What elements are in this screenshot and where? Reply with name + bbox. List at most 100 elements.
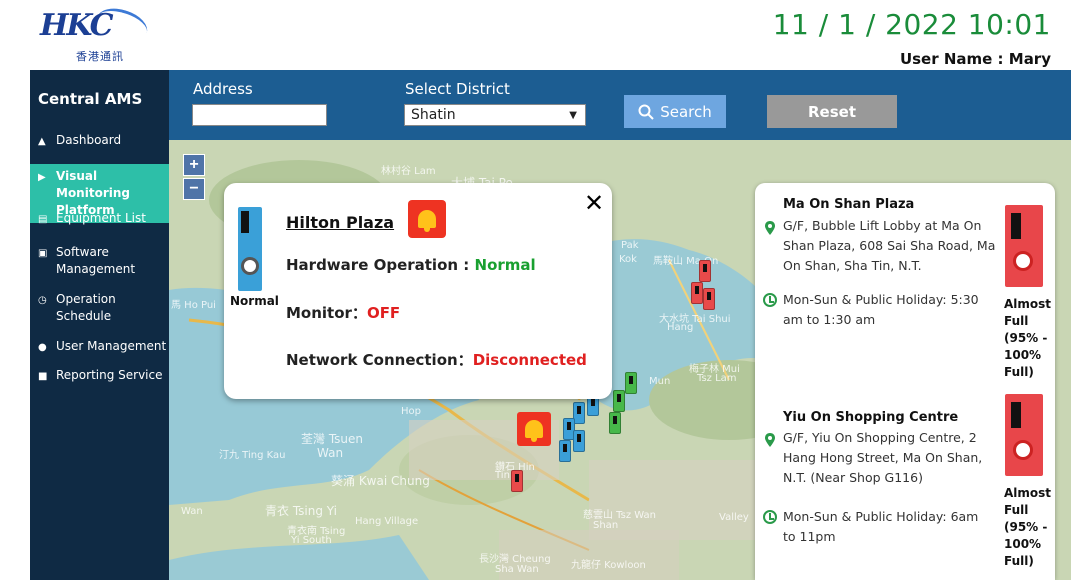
hardware-row: Hardware Operation : Normal	[286, 256, 536, 274]
device-popup: Normal Hilton Plaza ✕ Hardware Operation…	[224, 183, 612, 399]
bell-icon	[418, 210, 436, 232]
monitor-label: Monitor：	[286, 304, 367, 322]
district-label: Select District	[405, 80, 510, 98]
map-place-label: Hop	[401, 406, 421, 417]
bin-marker[interactable]	[609, 412, 621, 434]
company-logo: HKC 香港通訊	[40, 2, 180, 66]
district-select[interactable]: Shatin ▼	[404, 104, 586, 126]
map-place-label: 九龍仔 Kowloon	[571, 560, 646, 571]
map-place-label: Hang	[667, 322, 694, 333]
map-place-label: 葵涌 Kwai Chung	[331, 474, 430, 488]
bin-marker[interactable]	[699, 260, 711, 282]
location-address: G/F, Bubble Lift Lobby at Ma On Shan Pla…	[783, 218, 996, 273]
network-value: Disconnected	[472, 351, 587, 369]
location-hours: Mon-Sun & Public Holiday: 5:30 am to 1:3…	[783, 292, 979, 327]
map-place-label: Tsz Lam	[697, 373, 737, 384]
logo-subtext: 香港通訊	[76, 50, 124, 63]
clock-icon	[763, 510, 777, 524]
search-button[interactable]: Search	[624, 95, 726, 128]
map-place-label: Mun	[649, 376, 671, 387]
map-place-label: 馬 Ho Pui	[171, 300, 216, 311]
bin-marker[interactable]	[511, 470, 523, 492]
map-place-label: Wan	[181, 506, 203, 517]
zoom-out-button[interactable]: −	[183, 178, 205, 200]
user-name: User Name : Mary	[899, 50, 1051, 68]
sidebar-item-label: Software Management	[56, 245, 136, 276]
zoom-in-button[interactable]: +	[183, 154, 205, 176]
map-place-label: 林村谷 Lam	[381, 166, 436, 177]
sidebar-item-label: User Management	[56, 339, 167, 353]
bin-screen	[1011, 213, 1021, 239]
location-info-panel: Ma On Shan Plaza G/F, Bubble Lift Lobby …	[755, 183, 1055, 580]
close-icon[interactable]: ✕	[584, 189, 604, 217]
district-select-value: Shatin	[411, 107, 456, 123]
bin-image	[1005, 394, 1043, 476]
map-place-label: 長沙灣 Cheung	[479, 554, 551, 565]
sidebar-item-label: Operation Schedule	[56, 292, 116, 323]
sidebar-item-operation-schedule[interactable]: ◷ Operation Schedule	[30, 291, 169, 325]
address-input[interactable]	[192, 104, 327, 126]
sidebar-item-label: Dashboard	[56, 133, 122, 147]
search-icon	[638, 104, 654, 120]
device-image	[238, 207, 262, 291]
current-datetime: 11 / 1 / 2022 10:01	[772, 8, 1051, 41]
location-hours: Mon-Sun & Public Holiday: 6am to 11pm	[783, 509, 979, 544]
map-place-label: Hang Village	[355, 516, 419, 527]
bin-marker[interactable]	[625, 372, 637, 394]
users-icon: ●	[38, 342, 47, 353]
location-name: Yiu On Shopping Centre	[783, 410, 959, 425]
reset-button[interactable]: Reset	[767, 95, 897, 128]
hardware-value: Normal	[474, 256, 536, 274]
map-place-label: Wan	[317, 446, 344, 460]
list-icon: ▤	[38, 214, 48, 225]
device-screen	[241, 211, 249, 233]
map-place-label: Kok	[619, 254, 637, 265]
logo-mark: HKC	[40, 8, 113, 43]
bin-image	[1005, 205, 1043, 287]
map-place-label: Valley	[719, 512, 749, 523]
network-row: Network Connection：Disconnected	[286, 349, 587, 370]
sidebar: Central AMS ▲ Dashboard ▶ Visual Monitor…	[30, 70, 169, 580]
location-address: G/F, Yiu On Shopping Centre, 2 Hang Hong…	[783, 430, 983, 485]
alarm-marker[interactable]	[517, 412, 551, 446]
bin-marker[interactable]	[613, 390, 625, 412]
document-icon: ■	[38, 371, 48, 382]
map-place-label: Pak	[621, 240, 639, 251]
map-place-label: 慈雲山 Tsz Wan	[583, 510, 656, 521]
sidebar-item-dashboard[interactable]: ▲ Dashboard	[30, 132, 169, 150]
map-place-label: 荃灣 Tsuen	[301, 432, 364, 446]
bin-screen	[1011, 402, 1021, 428]
alarm-icon	[408, 200, 446, 238]
app-root: HKC 香港通訊 11 / 1 / 2022 10:01 User Name :…	[0, 0, 1071, 580]
monitor-row: Monitor：OFF	[286, 302, 400, 323]
sidebar-item-reporting-service[interactable]: ■ Reporting Service	[30, 367, 169, 385]
sidebar-item-software-management[interactable]: ▣ Software Management	[30, 244, 169, 278]
bin-dial	[1013, 251, 1033, 271]
chevron-down-icon: ▼	[569, 110, 577, 121]
bin-fill-status: Almost Full (95% - 100% Full)	[1004, 486, 1052, 568]
bin-marker[interactable]	[573, 430, 585, 452]
location-pin-icon	[765, 221, 775, 235]
bin-marker[interactable]	[559, 440, 571, 462]
clock-icon: ◷	[38, 295, 47, 306]
sidebar-title: Central AMS	[38, 90, 143, 108]
bin-marker[interactable]	[703, 288, 715, 310]
clock-icon	[763, 293, 777, 307]
map-place-label: 汀九 Ting Kau	[219, 450, 286, 461]
search-button-label: Search	[660, 102, 712, 121]
location-name: Ma On Shan Plaza	[783, 197, 915, 212]
popup-title[interactable]: Hilton Plaza	[286, 213, 394, 232]
sidebar-item-label: Reporting Service	[56, 368, 163, 382]
sidebar-item-equipment-list[interactable]: ▤ Equipment List	[30, 210, 169, 228]
filter-bar: Address Select District Shatin ▼ Search …	[169, 70, 1071, 140]
bin-fill-status: Almost Full (95% - 100% Full)	[1004, 297, 1052, 379]
address-label: Address	[193, 80, 253, 98]
sidebar-item-label: Equipment List	[56, 211, 146, 225]
location-pin-icon	[765, 433, 775, 447]
map-place-label: Tin	[495, 470, 510, 481]
map-place-label: Yi South	[291, 535, 332, 546]
bin-marker[interactable]	[691, 282, 703, 304]
monitor-icon: ▶	[38, 172, 46, 183]
sidebar-item-user-management[interactable]: ● User Management	[30, 338, 169, 356]
bin-dial	[1013, 440, 1033, 460]
